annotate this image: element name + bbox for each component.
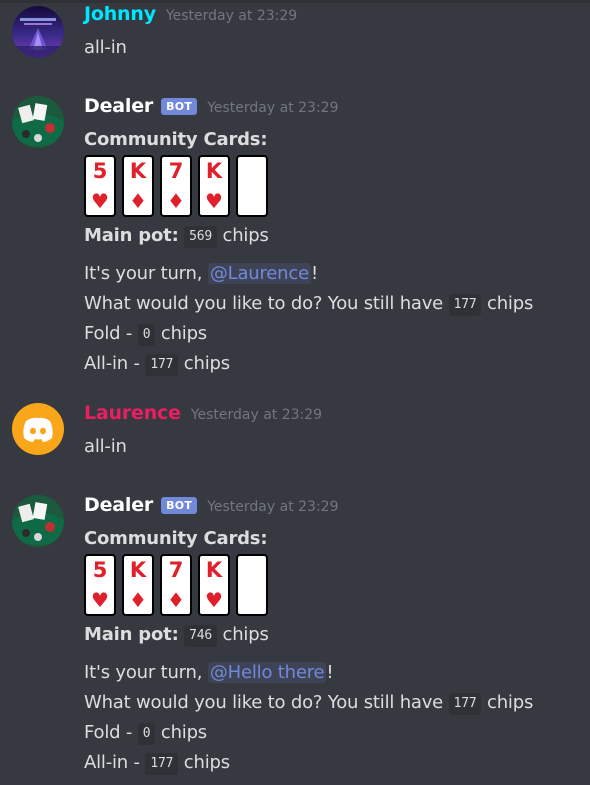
- allin-line: All-in - 177 chips: [84, 748, 584, 778]
- remaining-chips: 177: [448, 693, 482, 715]
- chips-word: chips: [487, 692, 534, 713]
- heart-icon: ♥: [91, 588, 109, 612]
- fold-line: Fold - 0 chips: [84, 718, 584, 748]
- main-pot-label: Main pot:: [84, 225, 179, 246]
- blank-card: [236, 554, 268, 616]
- playing-card: 5 ♥: [84, 554, 116, 616]
- turn-suffix: !: [326, 662, 334, 683]
- timestamp: Yesterday at 23:29: [165, 8, 298, 24]
- turn-prefix: It's your turn,: [84, 662, 203, 683]
- message-text: all-in: [84, 436, 127, 457]
- card-rank: K: [205, 558, 223, 582]
- community-cards-label: Community Cards:: [84, 528, 268, 549]
- main-pot-label: Main pot:: [84, 624, 179, 645]
- bot-tag: BOT: [161, 98, 198, 115]
- fold-label: Fold -: [84, 323, 133, 344]
- turn-line: It's your turn, @Hello there!: [84, 658, 584, 688]
- pot-value: 569: [184, 226, 217, 248]
- message-text: all-in: [84, 37, 127, 58]
- timestamp: Yesterday at 23:29: [207, 100, 339, 116]
- avatar[interactable]: [12, 6, 64, 58]
- playing-card: K ♦: [122, 554, 154, 616]
- turn-prefix: It's your turn,: [84, 263, 203, 284]
- chips-word: chips: [160, 323, 207, 344]
- card-rank: 5: [92, 558, 108, 582]
- remaining-chips: 177: [448, 294, 482, 316]
- allin-label: All-in -: [84, 752, 140, 773]
- author-name[interactable]: Dealer: [84, 95, 153, 117]
- author-name[interactable]: Dealer: [84, 494, 153, 516]
- ask-text: What would you like to do? You still hav…: [84, 293, 444, 314]
- card-rank: K: [205, 159, 223, 183]
- chips-word: chips: [222, 225, 269, 246]
- playing-card: K ♦: [122, 155, 154, 217]
- main-pot-line: Main pot: 569 chips: [84, 221, 584, 251]
- ask-line: What would you like to do? You still hav…: [84, 688, 584, 718]
- chips-word: chips: [487, 293, 534, 314]
- bot-tag: BOT: [161, 497, 198, 514]
- avatar[interactable]: [12, 96, 64, 148]
- community-cards: 5 ♥ K ♦ 7 ♦ K ♥: [84, 554, 584, 616]
- card-rank: 7: [168, 159, 184, 183]
- avatar[interactable]: [12, 403, 64, 455]
- allin-label: All-in -: [84, 353, 140, 374]
- timestamp: Yesterday at 23:29: [207, 499, 339, 515]
- turn-line: It's your turn, @Laurence!: [84, 259, 584, 289]
- card-rank: 5: [92, 159, 108, 183]
- main-pot-line: Main pot: 746 chips: [84, 620, 584, 650]
- diamond-icon: ♦: [167, 189, 185, 213]
- community-cards-label: Community Cards:: [84, 129, 268, 150]
- ask-line: What would you like to do? You still hav…: [84, 289, 584, 319]
- chips-word: chips: [183, 353, 230, 374]
- playing-card: K ♥: [198, 155, 230, 217]
- fold-value: 0: [137, 324, 156, 346]
- allin-value: 177: [145, 753, 179, 775]
- turn-suffix: !: [310, 263, 318, 284]
- diamond-icon: ♦: [129, 588, 147, 612]
- card-rank: K: [129, 558, 147, 582]
- allin-line: All-in - 177 chips: [84, 349, 584, 379]
- pot-value: 746: [184, 625, 217, 647]
- chips-word: chips: [183, 752, 230, 773]
- playing-card: 7 ♦: [160, 155, 192, 217]
- fold-line: Fold - 0 chips: [84, 319, 584, 349]
- fold-value: 0: [137, 723, 156, 745]
- card-rank: 7: [168, 558, 184, 582]
- blank-card: [236, 155, 268, 217]
- diamond-icon: ♦: [167, 588, 185, 612]
- discord-logo-icon: [23, 417, 53, 442]
- user-mention[interactable]: @Laurence: [207, 263, 311, 284]
- avatar[interactable]: [12, 495, 64, 547]
- allin-value: 177: [145, 354, 179, 376]
- chips-word: chips: [222, 624, 269, 645]
- card-rank: K: [129, 159, 147, 183]
- fold-label: Fold -: [84, 722, 133, 743]
- chips-word: chips: [160, 722, 207, 743]
- diamond-icon: ♦: [129, 189, 147, 213]
- heart-icon: ♥: [205, 189, 223, 213]
- user-mention[interactable]: @Hello there: [207, 662, 327, 683]
- ask-text: What would you like to do? You still hav…: [84, 692, 444, 713]
- heart-icon: ♥: [205, 588, 223, 612]
- author-name[interactable]: Laurence: [84, 402, 181, 424]
- author-name[interactable]: Johnny: [84, 3, 156, 25]
- playing-card: 5 ♥: [84, 155, 116, 217]
- timestamp: Yesterday at 23:29: [190, 407, 323, 423]
- community-cards: 5 ♥ K ♦ 7 ♦ K ♥: [84, 155, 584, 217]
- playing-card: 7 ♦: [160, 554, 192, 616]
- playing-card: K ♥: [198, 554, 230, 616]
- heart-icon: ♥: [91, 189, 109, 213]
